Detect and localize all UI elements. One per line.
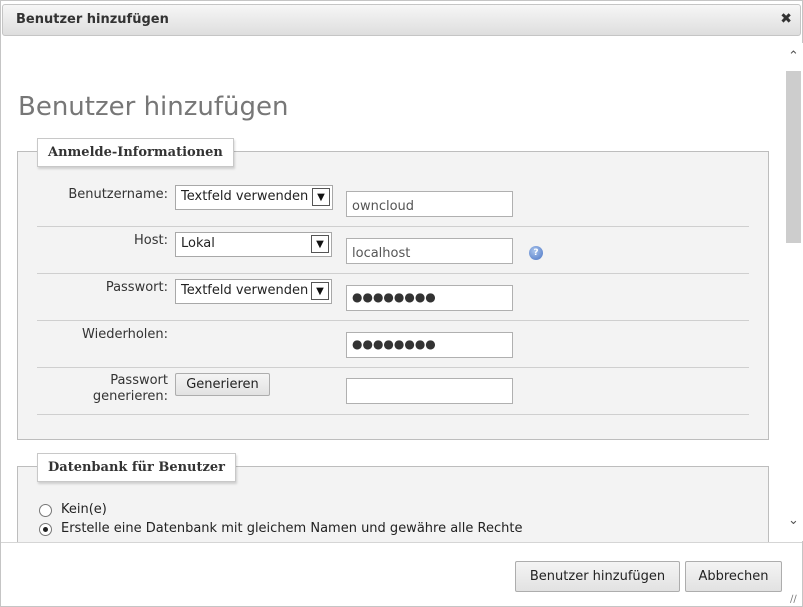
- generate-password-label-line2: generieren:: [92, 389, 168, 404]
- chevron-up-icon[interactable]: ⌃: [786, 49, 801, 65]
- dialog-footer: Benutzer hinzufügen Abbrechen ∕∕: [1, 542, 802, 606]
- close-icon[interactable]: ✖: [780, 11, 792, 27]
- database-legend: Datenbank für Benutzer: [37, 453, 237, 482]
- add-user-dialog: Benutzer hinzufügen ✖ Benutzer hinzufüge…: [0, 0, 803, 607]
- scrollbar-thumb[interactable]: [786, 71, 801, 243]
- username-type-select-value: Textfeld verwenden: [181, 189, 309, 204]
- username-type-select[interactable]: Textfeld verwenden ▼: [175, 185, 333, 210]
- generate-password-label: Passwort generieren:: [37, 373, 168, 405]
- password-label: Passwort:: [105, 280, 168, 295]
- page-title: Benutzer hinzufügen: [18, 92, 289, 123]
- host-label: Host:: [134, 233, 168, 248]
- login-info-legend: Anmelde-Informationen: [37, 138, 234, 167]
- username-input[interactable]: [346, 191, 513, 217]
- radio-button[interactable]: [39, 523, 52, 536]
- dialog-content: Benutzer hinzufügen Anmelde-Informatione…: [1, 37, 784, 543]
- chevron-down-icon: ▼: [311, 282, 329, 300]
- database-option-create-label: Erstelle eine Datenbank mit gleichem Nam…: [61, 521, 523, 536]
- resize-handle-icon[interactable]: ∕∕: [790, 594, 800, 605]
- repeat-password-row: Wiederholen: ●●●●●●●●: [37, 321, 749, 368]
- repeat-password-label: Wiederholen:: [82, 327, 168, 342]
- vertical-scrollbar[interactable]: ⌃ ⌄: [784, 43, 803, 541]
- password-row: Passwort: Textfeld verwenden ▼ ●●●●●●●●: [37, 274, 749, 321]
- add-user-button[interactable]: Benutzer hinzufügen: [515, 561, 680, 592]
- username-label: Benutzername:: [68, 187, 168, 202]
- dialog-title: Benutzer hinzufügen: [16, 12, 169, 27]
- password-type-select-value: Textfeld verwenden: [181, 283, 309, 298]
- radio-button[interactable]: [39, 504, 52, 517]
- chevron-down-icon[interactable]: ⌄: [786, 513, 801, 529]
- generate-password-label-line1: Passwort: [110, 373, 168, 388]
- host-row: Host: Lokal ▼ ?: [37, 227, 749, 274]
- generate-button[interactable]: Generieren: [175, 373, 270, 396]
- password-type-select[interactable]: Textfeld verwenden ▼: [175, 279, 332, 304]
- host-select[interactable]: Lokal ▼: [175, 232, 332, 257]
- cancel-button[interactable]: Abbrechen: [685, 561, 782, 592]
- repeat-password-input[interactable]: ●●●●●●●●: [346, 332, 513, 358]
- help-icon[interactable]: ?: [529, 246, 543, 260]
- chevron-down-icon: ▼: [311, 235, 329, 253]
- host-select-value: Lokal: [181, 236, 215, 251]
- username-row: Benutzername: Textfeld verwenden ▼: [37, 178, 749, 227]
- password-input[interactable]: ●●●●●●●●: [346, 285, 513, 311]
- database-option-none-label: Kein(e): [61, 502, 107, 517]
- generated-password-input[interactable]: [346, 378, 513, 404]
- chevron-down-icon: ▼: [312, 188, 330, 206]
- dialog-titlebar[interactable]: Benutzer hinzufügen ✖: [2, 4, 801, 36]
- host-input[interactable]: [346, 238, 513, 264]
- generate-password-row: Passwort generieren: Generieren: [37, 368, 749, 415]
